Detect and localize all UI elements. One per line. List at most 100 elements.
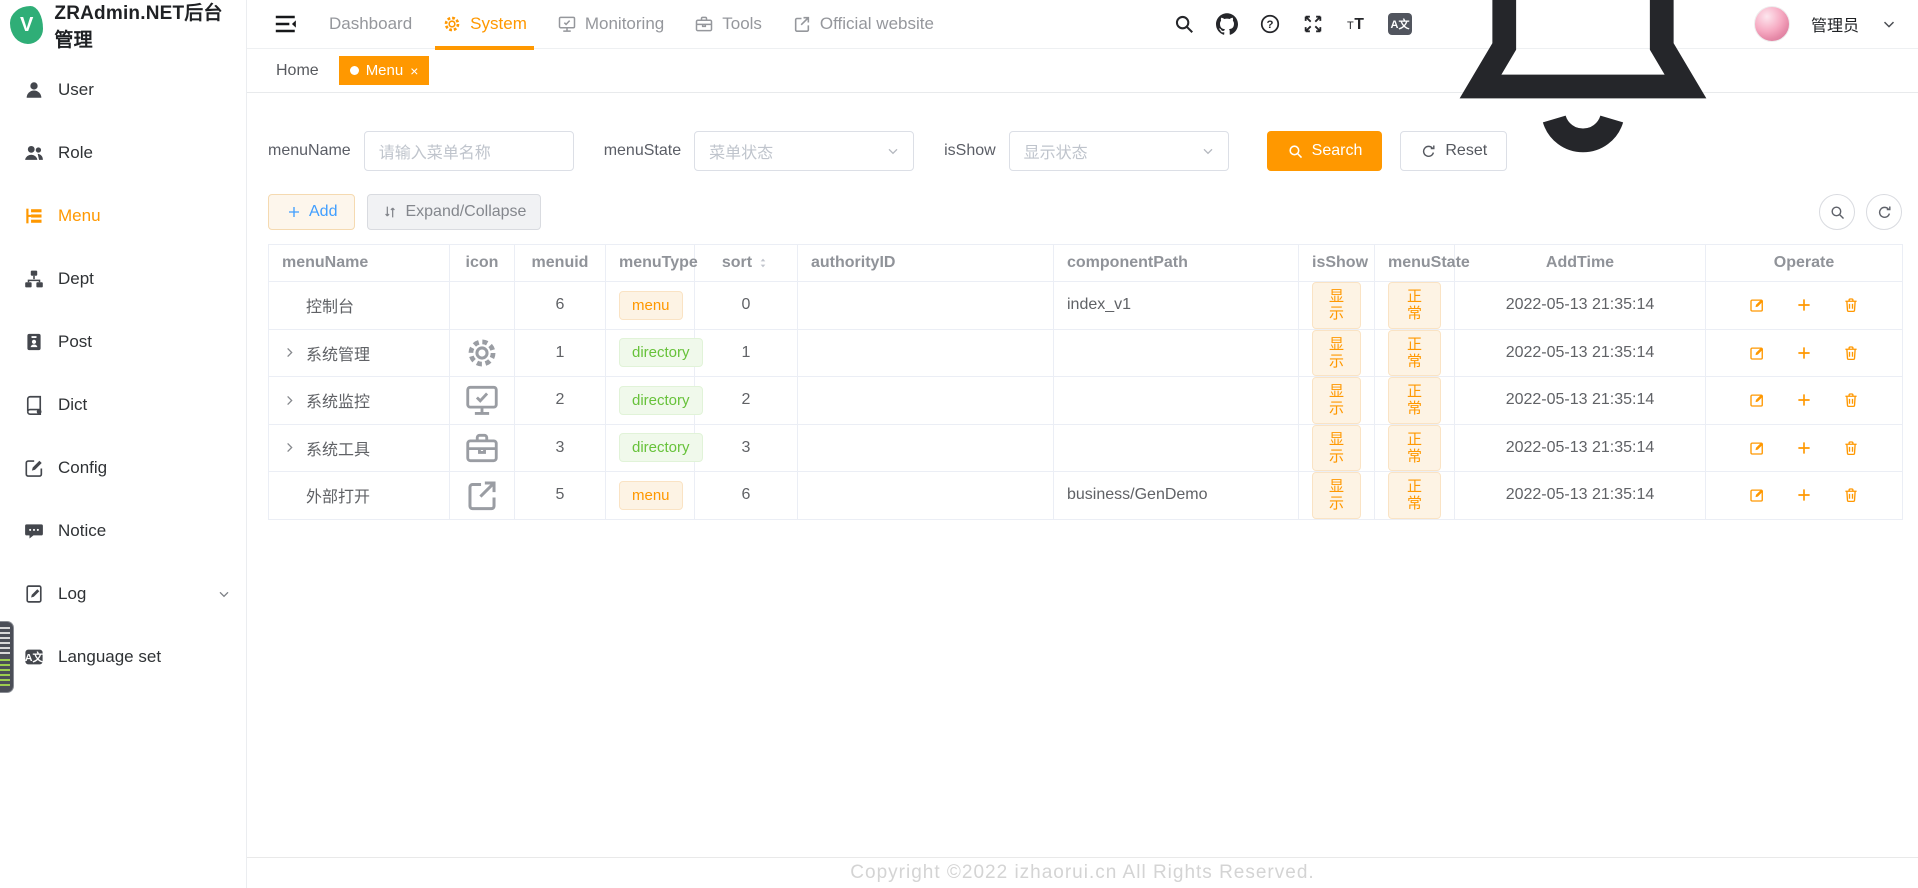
tab-label: Tools xyxy=(722,14,762,34)
chevron-right-icon[interactable] xyxy=(282,440,297,455)
add-child-icon[interactable] xyxy=(1795,296,1813,314)
add-child-icon[interactable] xyxy=(1795,486,1813,504)
menu-name-cell: 系统管理 xyxy=(306,341,370,365)
component-path-cell: index_v1 xyxy=(1054,282,1299,330)
tab-official-website[interactable]: Official website xyxy=(777,0,949,49)
edit-icon[interactable] xyxy=(1748,391,1766,409)
translate-icon[interactable]: A文 xyxy=(1388,13,1412,35)
is-show-badge: 显示 xyxy=(1312,377,1361,424)
sidebar-item-config[interactable]: Config xyxy=(0,436,246,499)
menu-name-cell: 系统工具 xyxy=(306,436,370,460)
user-icon xyxy=(23,79,45,101)
add-time-cell: 2022-05-13 21:35:14 xyxy=(1455,282,1706,330)
sidebar-item-label: Config xyxy=(58,458,107,478)
chevron-right-icon[interactable] xyxy=(282,345,297,360)
browser-extension-widget[interactable] xyxy=(0,621,14,693)
delete-icon[interactable] xyxy=(1842,344,1860,362)
menu-state-select[interactable]: 菜单状态 xyxy=(694,131,914,171)
edit-icon[interactable] xyxy=(1748,486,1766,504)
sidebar-item-dict[interactable]: Dict xyxy=(0,373,246,436)
chevron-down-icon xyxy=(1200,143,1216,159)
is-show-badge: 显示 xyxy=(1312,425,1361,472)
col-menuid: menuid xyxy=(515,245,606,282)
github-icon[interactable] xyxy=(1216,13,1238,35)
sidebar-item-menu[interactable]: Menu xyxy=(0,184,246,247)
edit-icon[interactable] xyxy=(1748,344,1766,362)
delete-icon[interactable] xyxy=(1842,391,1860,409)
tab-dashboard[interactable]: Dashboard xyxy=(314,0,427,49)
sidebar-item-role[interactable]: Role xyxy=(0,121,246,184)
show-search-button[interactable] xyxy=(1819,194,1855,230)
app-logo-row[interactable]: V ZRAdmin.NET后台管理 xyxy=(0,0,246,50)
add-button[interactable]: Add xyxy=(268,194,355,230)
tag-home[interactable]: Home xyxy=(270,58,325,84)
delete-icon[interactable] xyxy=(1842,486,1860,504)
col-operate: Operate xyxy=(1706,245,1903,282)
tab-system[interactable]: System xyxy=(427,0,542,49)
chevron-down-icon[interactable] xyxy=(1880,15,1898,33)
add-time-cell: 2022-05-13 21:35:14 xyxy=(1455,329,1706,377)
bell-icon xyxy=(1433,0,1733,174)
fullscreen-icon[interactable] xyxy=(1302,13,1324,35)
is-show-badge: 显示 xyxy=(1312,472,1361,519)
search-icon[interactable] xyxy=(1173,13,1195,35)
sidebar-item-notice[interactable]: Notice xyxy=(0,499,246,562)
sidebar-item-label: Log xyxy=(58,584,86,604)
select-placeholder: 显示状态 xyxy=(1024,139,1088,163)
tab-tools[interactable]: Tools xyxy=(679,0,777,49)
sidebar-item-label: Dept xyxy=(58,269,94,289)
sort-cell: 6 xyxy=(695,472,798,520)
sidebar-item-label: User xyxy=(58,80,94,100)
menu-name-cell: 系统监控 xyxy=(306,388,370,412)
font-size-icon[interactable]: TT xyxy=(1345,13,1367,35)
col-is-show: isShow xyxy=(1299,245,1375,282)
monitor-icon xyxy=(557,14,577,34)
expand-collapse-button[interactable]: Expand/Collapse xyxy=(367,194,541,230)
menu-table: menuName icon menuid menuType sort autho… xyxy=(268,244,1903,520)
help-icon[interactable]: ? xyxy=(1259,13,1281,35)
table-row: 外部打开 5 menu 6 business/GenDemo 显示 正常 202… xyxy=(269,472,1903,520)
sidebar: V ZRAdmin.NET后台管理 User Role Menu Dept Po… xyxy=(0,0,247,888)
search-button[interactable]: Search xyxy=(1267,131,1383,171)
add-child-icon[interactable] xyxy=(1795,391,1813,409)
sidebar-item-label: Post xyxy=(58,332,92,352)
authority-id-cell xyxy=(798,424,1054,472)
svg-text:?: ? xyxy=(1266,19,1273,31)
delete-icon[interactable] xyxy=(1842,296,1860,314)
component-path-cell xyxy=(1054,377,1299,425)
notifications-bell[interactable] xyxy=(1433,0,1733,174)
authority-id-cell xyxy=(798,329,1054,377)
sidebar-item-language-set[interactable]: A文 Language set xyxy=(0,625,246,688)
is-show-select[interactable]: 显示状态 xyxy=(1009,131,1229,171)
sort-label: sort xyxy=(722,254,752,272)
component-path-cell xyxy=(1054,329,1299,377)
refresh-button[interactable] xyxy=(1866,194,1902,230)
tag-menu-active[interactable]: Menu × xyxy=(339,56,430,85)
user-name[interactable]: 管理员 xyxy=(1811,12,1859,36)
edit-icon[interactable] xyxy=(1748,296,1766,314)
chevron-right-icon[interactable] xyxy=(282,393,297,408)
logo-letter: V xyxy=(20,14,33,37)
add-child-icon[interactable] xyxy=(1795,439,1813,457)
monitor-icon xyxy=(463,381,501,419)
sidebar-item-dept[interactable]: Dept xyxy=(0,247,246,310)
app-logo: V xyxy=(10,6,43,44)
delete-icon[interactable] xyxy=(1842,439,1860,457)
sidebar-collapse-icon[interactable] xyxy=(272,11,298,37)
close-icon[interactable]: × xyxy=(410,64,418,78)
sidebar-item-user[interactable]: User xyxy=(0,58,246,121)
add-child-icon[interactable] xyxy=(1795,344,1813,362)
id-badge-icon xyxy=(23,331,45,353)
tab-monitoring[interactable]: Monitoring xyxy=(542,0,679,49)
menu-name-label: menuName xyxy=(268,142,351,160)
edit-icon[interactable] xyxy=(1748,439,1766,457)
icon-cell xyxy=(450,282,515,330)
sidebar-item-post[interactable]: Post xyxy=(0,310,246,373)
menu-name-input[interactable]: 请输入菜单名称 xyxy=(364,131,574,171)
avatar[interactable] xyxy=(1754,6,1790,42)
sort-caret-icon[interactable] xyxy=(756,254,770,272)
sort-header[interactable]: sort xyxy=(722,254,770,272)
add-time-cell: 2022-05-13 21:35:14 xyxy=(1455,424,1706,472)
toolbox-icon xyxy=(694,14,714,34)
sidebar-item-log[interactable]: Log xyxy=(0,562,246,625)
